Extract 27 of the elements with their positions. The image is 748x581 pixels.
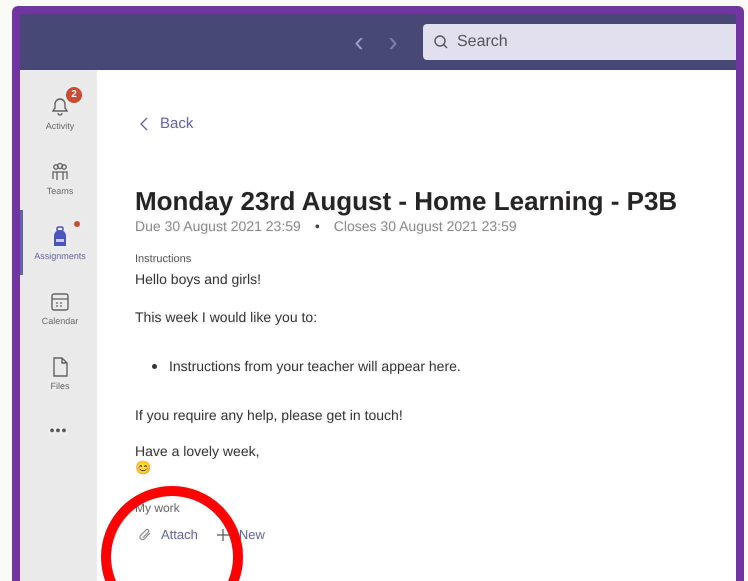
new-button[interactable]: New (216, 525, 265, 544)
rail-item[interactable]: 2 Activity (20, 80, 97, 145)
back-arrow-button[interactable]: ‹ (347, 28, 371, 56)
separator-dot: • (314, 217, 320, 235)
instruction-text: Have a lovely week, (135, 442, 260, 460)
search-icon (433, 34, 449, 50)
search-field[interactable]: Search (423, 24, 736, 60)
instruction-text: If you require any help, please get in touch! (135, 406, 403, 424)
close-date: Closes 30 August 2021 23:59 (334, 217, 517, 235)
attach-button[interactable]: Attach (138, 525, 198, 544)
rail-item[interactable]: Files (20, 340, 97, 405)
instruction-text: Instructions from your teacher will appear here. (169, 357, 461, 375)
bullet-icon (152, 364, 157, 368)
paperclip-icon (138, 528, 152, 542)
more-apps-button[interactable]: ••• (20, 405, 97, 455)
instruction-text: Hello boys and girls! (135, 270, 262, 288)
due-date: Due 30 August 2021 23:59 (135, 217, 301, 235)
notification-badge: 2 (66, 86, 82, 102)
rail-item[interactable]: Calendar (20, 275, 97, 340)
instruction-text: This week I would like you to: (135, 308, 318, 326)
assignment-title: Monday 23rd August - Home Learning - P3B (135, 186, 678, 216)
rail-item[interactable]: Teams (20, 145, 97, 210)
plus-icon (216, 528, 230, 542)
smile-emoji: 😊 (135, 460, 151, 476)
section-label: Instructions (135, 252, 192, 266)
chevron-left-icon (140, 117, 148, 131)
back-link[interactable]: Back (140, 110, 194, 138)
